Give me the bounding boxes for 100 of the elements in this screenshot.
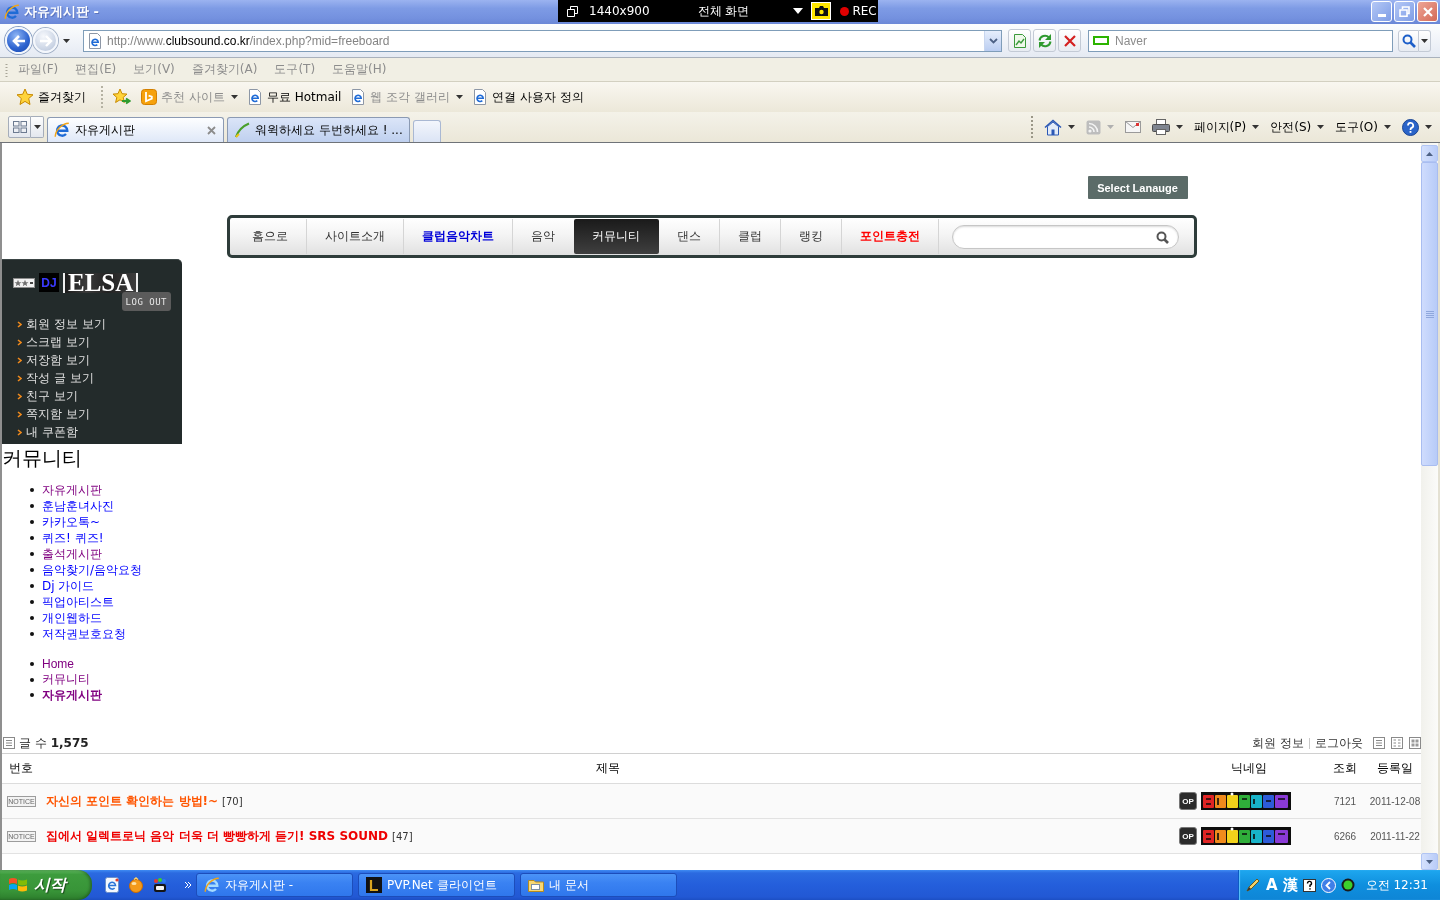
refresh-button[interactable] bbox=[1033, 29, 1056, 52]
scroll-down-button[interactable] bbox=[1421, 853, 1438, 870]
chevron-right-icon bbox=[17, 392, 22, 400]
board-link[interactable]: 자유게시판 bbox=[42, 481, 102, 499]
tv-icon[interactable] bbox=[152, 877, 168, 893]
start-button[interactable]: 시작 bbox=[0, 870, 92, 900]
restore-button[interactable] bbox=[1394, 1, 1415, 22]
double-chevron-icon[interactable] bbox=[184, 881, 192, 889]
status-orb-icon[interactable] bbox=[1340, 878, 1355, 892]
member-menu-link[interactable]: 내 쿠폰함 bbox=[26, 423, 78, 441]
compatibility-view-button[interactable] bbox=[1008, 29, 1031, 52]
breadcrumb-link[interactable]: Home bbox=[42, 656, 74, 671]
search-field[interactable]: Naver bbox=[1088, 29, 1393, 52]
board-link[interactable]: 출석게시판 bbox=[42, 545, 102, 563]
printer-icon bbox=[1151, 119, 1170, 135]
menu-button[interactable]: 안전(S) bbox=[1270, 116, 1325, 138]
header-link[interactable]: 회원 정보 bbox=[1252, 734, 1304, 752]
taskbar-button[interactable]: 내 문서 bbox=[520, 873, 677, 897]
address-field[interactable]: http://www.clubsound.co.kr/index.php?mid=freeboard bbox=[83, 29, 1002, 52]
screenshot-button[interactable] bbox=[811, 2, 832, 20]
board-link[interactable]: 음악찾기/음악요청 bbox=[42, 561, 143, 579]
search-options-button[interactable] bbox=[1419, 29, 1431, 52]
nav-tab[interactable]: 댄스 bbox=[658, 219, 720, 254]
taskbar-button[interactable]: PVP.Net 클라이언트 bbox=[358, 873, 515, 897]
minimize-button[interactable] bbox=[1371, 1, 1392, 22]
stop-icon bbox=[1062, 33, 1077, 48]
scroll-up-button[interactable] bbox=[1421, 145, 1438, 162]
post-title-link[interactable]: 집에서 일렉트로닉 음악 더욱 더 빵빵하게 듣기! SRS SOUND bbox=[46, 828, 388, 843]
caret-icon[interactable] bbox=[793, 8, 804, 14]
logout-button[interactable]: LOG OUT bbox=[121, 292, 171, 311]
section-title: 커뮤니티 bbox=[2, 445, 82, 472]
breadcrumb-link[interactable]: 자유게시판 bbox=[42, 686, 102, 704]
search-icon bbox=[1401, 33, 1416, 48]
print-button[interactable] bbox=[1151, 116, 1183, 138]
search-button[interactable] bbox=[1398, 29, 1419, 52]
member-menu-link[interactable]: 쪽지함 보기 bbox=[26, 405, 90, 423]
board-link[interactable]: 퀴즈! 퀴즈! bbox=[42, 529, 104, 547]
stop-button[interactable] bbox=[1058, 29, 1081, 52]
rank-stars-icon bbox=[13, 277, 35, 288]
menu-button[interactable]: 도구(O) bbox=[1335, 116, 1391, 138]
nav-tab[interactable]: 랭킹 bbox=[780, 219, 842, 254]
tab[interactable]: 워윅하세요 두번하세요 ! ... bbox=[227, 117, 410, 142]
refresh-icon bbox=[1036, 32, 1053, 49]
close-button[interactable] bbox=[1417, 1, 1438, 22]
member-menu-link[interactable]: 저장함 보기 bbox=[26, 351, 90, 369]
help-icon bbox=[1402, 118, 1419, 136]
window-size-icon[interactable] bbox=[567, 5, 579, 17]
column-header: 조회 bbox=[1321, 753, 1369, 784]
resolution-label[interactable]: 1440x900 bbox=[589, 4, 650, 18]
record-button[interactable]: REC bbox=[840, 4, 877, 18]
nav-tab[interactable]: 커뮤니티 bbox=[573, 219, 659, 254]
post-count: 글 수 1,575 bbox=[19, 734, 89, 752]
breadcrumb-link[interactable]: 커뮤니티 bbox=[42, 671, 90, 689]
member-menu-link[interactable]: 스크랩 보기 bbox=[26, 333, 90, 351]
board-link[interactable]: 훈남훈녀사진 bbox=[42, 497, 114, 515]
nav-tab[interactable]: 사이트소개 bbox=[306, 219, 404, 254]
nav-tab[interactable]: 포인트충전 bbox=[841, 219, 939, 254]
ball-icon[interactable] bbox=[128, 877, 144, 893]
member-menu-link[interactable]: 친구 보기 bbox=[26, 387, 78, 405]
language-button[interactable]: Select Lanauge bbox=[1087, 176, 1188, 199]
nav-tab[interactable]: 음악 bbox=[512, 219, 574, 254]
board-link[interactable]: 카카오톡~ bbox=[42, 513, 101, 531]
member-menu-link[interactable]: 작성 글 보기 bbox=[26, 369, 94, 387]
browser-page-icon[interactable] bbox=[104, 877, 120, 893]
board-link[interactable]: 개인웹하드 bbox=[42, 609, 102, 627]
pen-icon[interactable] bbox=[1245, 877, 1261, 893]
help-button[interactable] bbox=[1402, 116, 1432, 138]
member-menu-link[interactable]: 회원 정보 보기 bbox=[26, 315, 106, 333]
close-tab-button[interactable] bbox=[205, 124, 217, 136]
help-icon[interactable] bbox=[1302, 878, 1316, 892]
grid-view-icon[interactable] bbox=[1409, 737, 1421, 750]
taskbar-button[interactable]: 자유게시판 - bbox=[196, 873, 353, 897]
page-icon bbox=[246, 89, 263, 105]
nav-tab[interactable]: 클럽음악차트 bbox=[403, 219, 513, 254]
capture-mode-label[interactable]: 전체 화면 bbox=[697, 2, 750, 20]
board-link[interactable]: 저작권보호요청 bbox=[42, 625, 126, 643]
chevron-left-icon[interactable] bbox=[1320, 877, 1336, 893]
tab[interactable]: 자유게시판 bbox=[47, 117, 224, 142]
favorites-button[interactable]: 즐겨찾기 bbox=[13, 85, 89, 109]
two-column-view-icon[interactable] bbox=[1391, 737, 1403, 750]
ime-indicator[interactable]: A bbox=[1266, 876, 1278, 894]
menu-button[interactable]: 페이지(P) bbox=[1193, 116, 1260, 138]
nav-tab[interactable]: 홈으로 bbox=[233, 219, 307, 254]
scroll-thumb[interactable] bbox=[1421, 162, 1438, 466]
quick-tabs-button[interactable] bbox=[8, 116, 31, 138]
tab-list-button[interactable] bbox=[31, 116, 44, 138]
caret-icon bbox=[1175, 125, 1183, 129]
add-favorite-icon[interactable] bbox=[112, 88, 131, 106]
column-header: 등록일 bbox=[1369, 753, 1421, 784]
back-button[interactable] bbox=[5, 27, 32, 54]
bullet-icon bbox=[30, 504, 34, 508]
list-view-icon[interactable] bbox=[1373, 737, 1385, 750]
address-dropdown-button[interactable] bbox=[984, 30, 1001, 51]
board-link[interactable]: 픽업아티스트 bbox=[42, 593, 114, 611]
favorite-link[interactable]: 연결 사용자 정의 bbox=[469, 85, 587, 109]
search-field[interactable] bbox=[951, 224, 1179, 249]
nav-tab[interactable]: 클럽 bbox=[719, 219, 781, 254]
header-link[interactable]: 로그아웃 bbox=[1315, 734, 1363, 752]
board-link[interactable]: Dj 가이드 bbox=[42, 577, 95, 595]
favorite-link[interactable]: 무료 Hotmail bbox=[243, 85, 345, 109]
